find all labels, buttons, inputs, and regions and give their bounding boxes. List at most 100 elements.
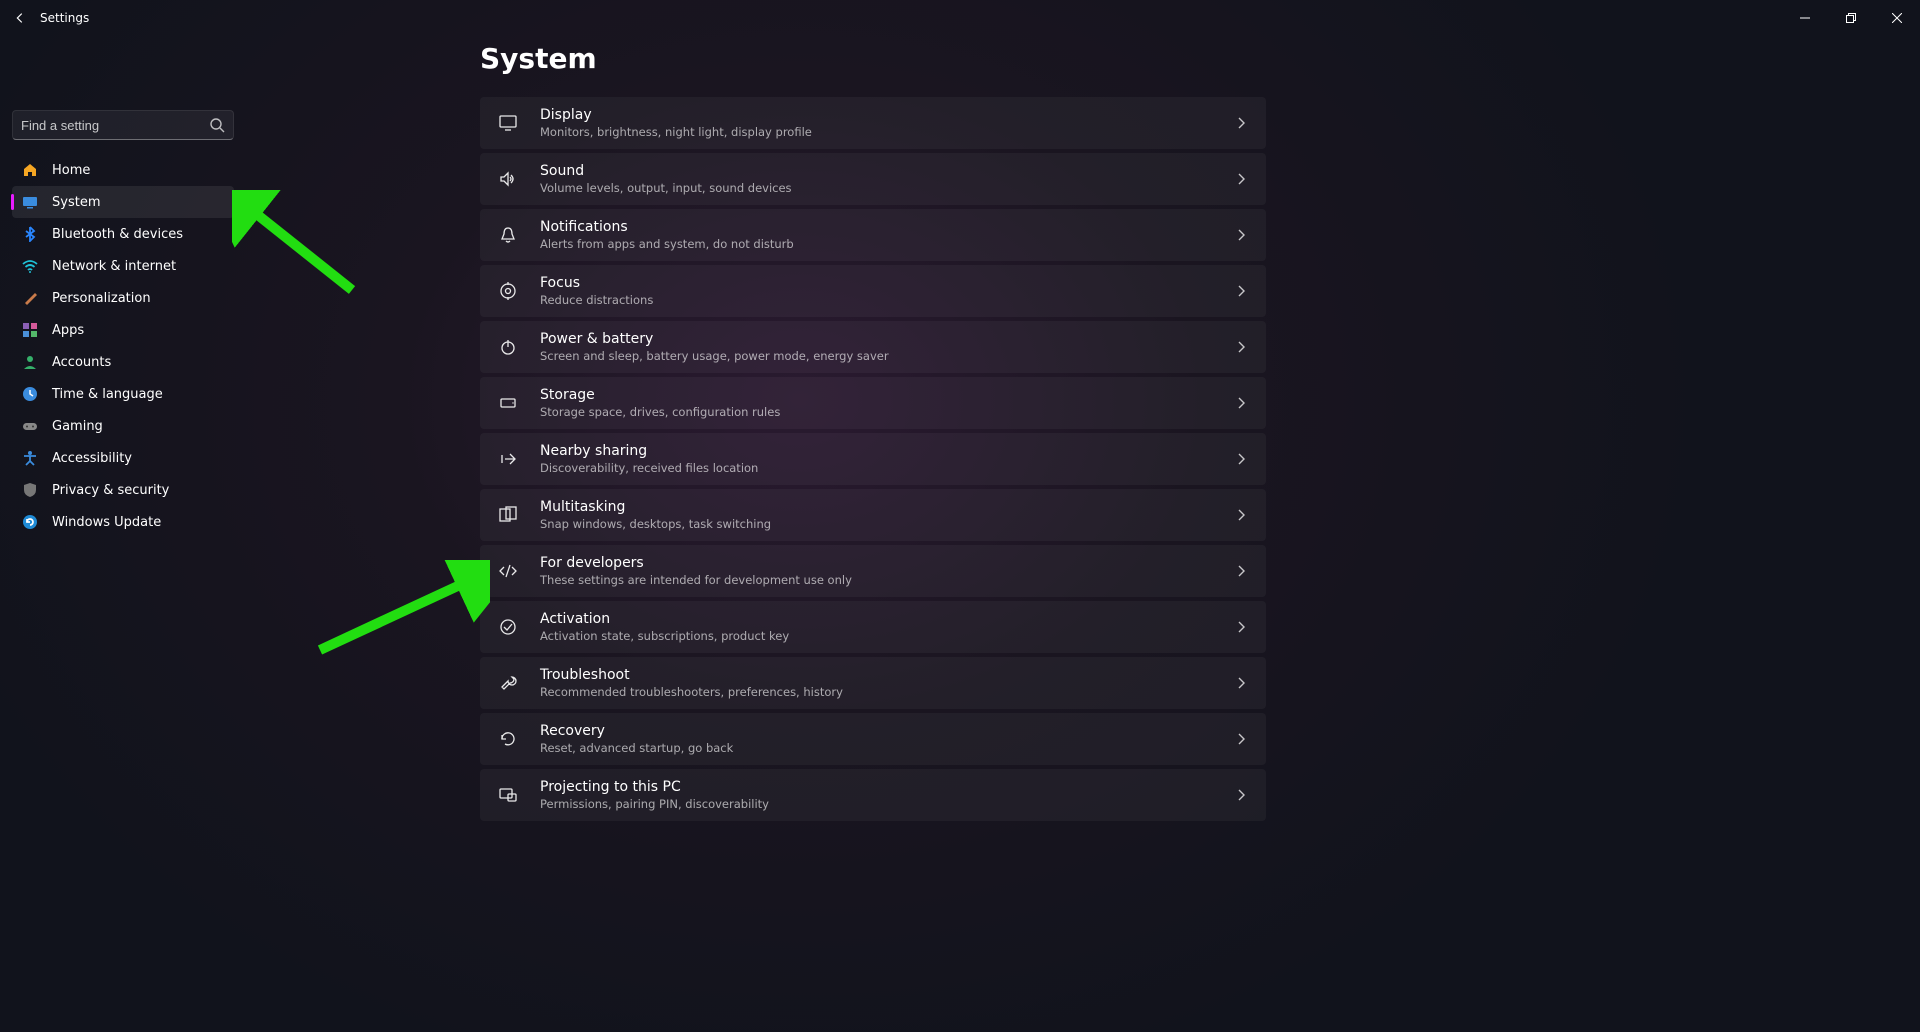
home-icon [22, 162, 38, 178]
sidebar-item-label: Accessibility [52, 451, 132, 466]
setting-title: Storage [540, 387, 1234, 405]
setting-nearby-sharing[interactable]: Nearby sharingDiscoverability, received … [480, 433, 1266, 485]
setting-text: Power & batteryScreen and sleep, battery… [540, 331, 1234, 363]
chevron-right-icon [1234, 340, 1248, 354]
update-icon [22, 514, 38, 530]
titlebar: Settings [0, 0, 1920, 36]
setting-activation[interactable]: ActivationActivation state, subscription… [480, 601, 1266, 653]
chevron-right-icon [1234, 452, 1248, 466]
setting-display[interactable]: DisplayMonitors, brightness, night light… [480, 97, 1266, 149]
setting-title: Notifications [540, 219, 1234, 237]
minimize-icon [1800, 13, 1810, 23]
maximize-button[interactable] [1828, 2, 1874, 34]
person-icon [22, 354, 38, 370]
setting-text: ActivationActivation state, subscription… [540, 611, 1234, 643]
chevron-right-icon [1234, 732, 1248, 746]
sidebar-item-gaming[interactable]: Gaming [12, 410, 234, 442]
setting-text: SoundVolume levels, output, input, sound… [540, 163, 1234, 195]
wifi-icon [22, 258, 38, 274]
setting-for-developers[interactable]: For developersThese settings are intende… [480, 545, 1266, 597]
sidebar-item-label: Accounts [52, 355, 111, 370]
search-input[interactable] [21, 118, 209, 133]
setting-projecting-to-this-pc[interactable]: Projecting to this PCPermissions, pairin… [480, 769, 1266, 821]
setting-focus[interactable]: FocusReduce distractions [480, 265, 1266, 317]
sidebar-item-time-language[interactable]: Time & language [12, 378, 234, 410]
setting-notifications[interactable]: NotificationsAlerts from apps and system… [480, 209, 1266, 261]
sidebar-item-windows-update[interactable]: Windows Update [12, 506, 234, 538]
setting-text: RecoveryReset, advanced startup, go back [540, 723, 1234, 755]
setting-title: Sound [540, 163, 1234, 181]
sidebar-item-privacy-security[interactable]: Privacy & security [12, 474, 234, 506]
sidebar-item-label: Network & internet [52, 259, 176, 274]
sidebar-item-personalization[interactable]: Personalization [12, 282, 234, 314]
brush-icon [22, 290, 38, 306]
setting-title: Projecting to this PC [540, 779, 1234, 797]
bell-icon [498, 225, 518, 245]
chevron-right-icon [1234, 788, 1248, 802]
sidebar-item-accessibility[interactable]: Accessibility [12, 442, 234, 474]
bluetooth-icon [22, 226, 38, 242]
power-icon [498, 337, 518, 357]
setting-text: FocusReduce distractions [540, 275, 1234, 307]
setting-text: Projecting to this PCPermissions, pairin… [540, 779, 1234, 811]
setting-text: DisplayMonitors, brightness, night light… [540, 107, 1234, 139]
sidebar: Home System Bluetooth & devices Network & i… [12, 110, 234, 538]
arrow-left-icon [13, 11, 27, 25]
setting-title: Display [540, 107, 1234, 125]
setting-recovery[interactable]: RecoveryReset, advanced startup, go back [480, 713, 1266, 765]
sidebar-item-label: Bluetooth & devices [52, 227, 183, 242]
sidebar-item-label: Gaming [52, 419, 103, 434]
window-title: Settings [40, 11, 89, 25]
project-icon [498, 785, 518, 805]
setting-storage[interactable]: StorageStorage space, drives, configurat… [480, 377, 1266, 429]
system-icon [22, 194, 38, 210]
setting-description: Volume levels, output, input, sound devi… [540, 181, 1234, 195]
setting-sound[interactable]: SoundVolume levels, output, input, sound… [480, 153, 1266, 205]
setting-text: For developersThese settings are intende… [540, 555, 1234, 587]
search-box[interactable] [12, 110, 234, 140]
setting-text: Nearby sharingDiscoverability, received … [540, 443, 1234, 475]
chevron-right-icon [1234, 228, 1248, 242]
check-icon [498, 617, 518, 637]
sidebar-item-label: Apps [52, 323, 84, 338]
minimize-button[interactable] [1782, 2, 1828, 34]
sidebar-item-network-internet[interactable]: Network & internet [12, 250, 234, 282]
focus-icon [498, 281, 518, 301]
sidebar-item-label: System [52, 195, 100, 210]
sidebar-item-bluetooth-devices[interactable]: Bluetooth & devices [12, 218, 234, 250]
display-icon [498, 113, 518, 133]
setting-title: For developers [540, 555, 1234, 573]
setting-description: Discoverability, received files location [540, 461, 1234, 475]
setting-description: Permissions, pairing PIN, discoverabilit… [540, 797, 1234, 811]
setting-troubleshoot[interactable]: TroubleshootRecommended troubleshooters,… [480, 657, 1266, 709]
setting-title: Multitasking [540, 499, 1234, 517]
sidebar-item-home[interactable]: Home [12, 154, 234, 186]
back-button[interactable] [0, 0, 40, 36]
multi-icon [498, 505, 518, 525]
sidebar-item-label: Windows Update [52, 515, 161, 530]
sidebar-item-apps[interactable]: Apps [12, 314, 234, 346]
setting-title: Focus [540, 275, 1234, 293]
chevron-right-icon [1234, 284, 1248, 298]
page-title: System [480, 42, 1880, 75]
recovery-icon [498, 729, 518, 749]
chevron-right-icon [1234, 508, 1248, 522]
setting-power-battery[interactable]: Power & batteryScreen and sleep, battery… [480, 321, 1266, 373]
sidebar-item-system[interactable]: System [12, 186, 234, 218]
setting-description: Storage space, drives, configuration rul… [540, 405, 1234, 419]
storage-icon [498, 393, 518, 413]
annotation-arrow-1 [232, 190, 362, 300]
sidebar-item-label: Privacy & security [52, 483, 169, 498]
setting-text: NotificationsAlerts from apps and system… [540, 219, 1234, 251]
setting-text: TroubleshootRecommended troubleshooters,… [540, 667, 1234, 699]
sidebar-item-accounts[interactable]: Accounts [12, 346, 234, 378]
chevron-right-icon [1234, 620, 1248, 634]
setting-multitasking[interactable]: MultitaskingSnap windows, desktops, task… [480, 489, 1266, 541]
sidebar-item-label: Personalization [52, 291, 151, 306]
close-button[interactable] [1874, 2, 1920, 34]
chevron-right-icon [1234, 116, 1248, 130]
setting-description: Snap windows, desktops, task switching [540, 517, 1234, 531]
setting-description: Activation state, subscriptions, product… [540, 629, 1234, 643]
accessibility-icon [22, 450, 38, 466]
maximize-icon [1846, 13, 1856, 23]
